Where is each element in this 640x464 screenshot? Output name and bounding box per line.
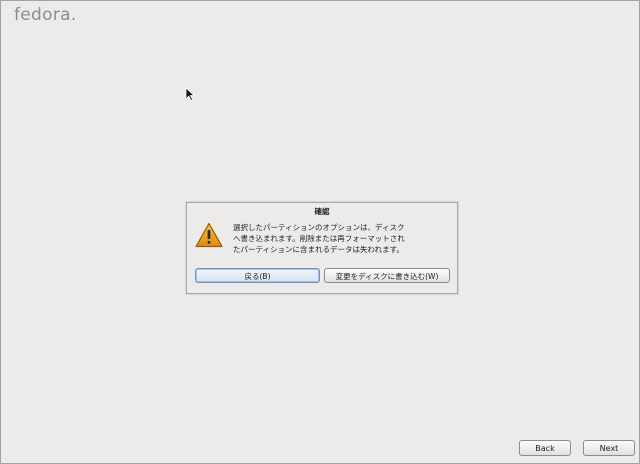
write-changes-button[interactable]: 変更をディスクに書き込む(W) <box>324 268 450 283</box>
next-button[interactable]: Next <box>583 440 635 456</box>
message-line: へ書き込まれます。削除または再フォーマットされ <box>233 234 405 243</box>
confirm-dialog: 確認 選択したパーティションのオプションは、ディスク へ書き込まれます。削除また… <box>186 202 458 294</box>
message-line: 選択したパーティションのオプションは、ディスク <box>233 223 405 232</box>
mouse-pointer-icon <box>185 87 195 101</box>
message-line: たパーティションに含まれるデータは失われます。 <box>233 245 404 254</box>
fedora-logo: fedora. <box>14 5 77 25</box>
dialog-back-button[interactable]: 戻る(B) <box>195 268 320 283</box>
installer-screen: fedora. 確認 選択したパーティションのオプションは、ディスク へ書き込ま… <box>0 0 640 464</box>
dialog-title: 確認 <box>314 207 330 216</box>
dialog-message: 選択したパーティションのオプションは、ディスク へ書き込まれます。削除または再フ… <box>233 222 451 255</box>
warning-triangle-icon <box>195 222 223 248</box>
back-button[interactable]: Back <box>519 440 571 456</box>
